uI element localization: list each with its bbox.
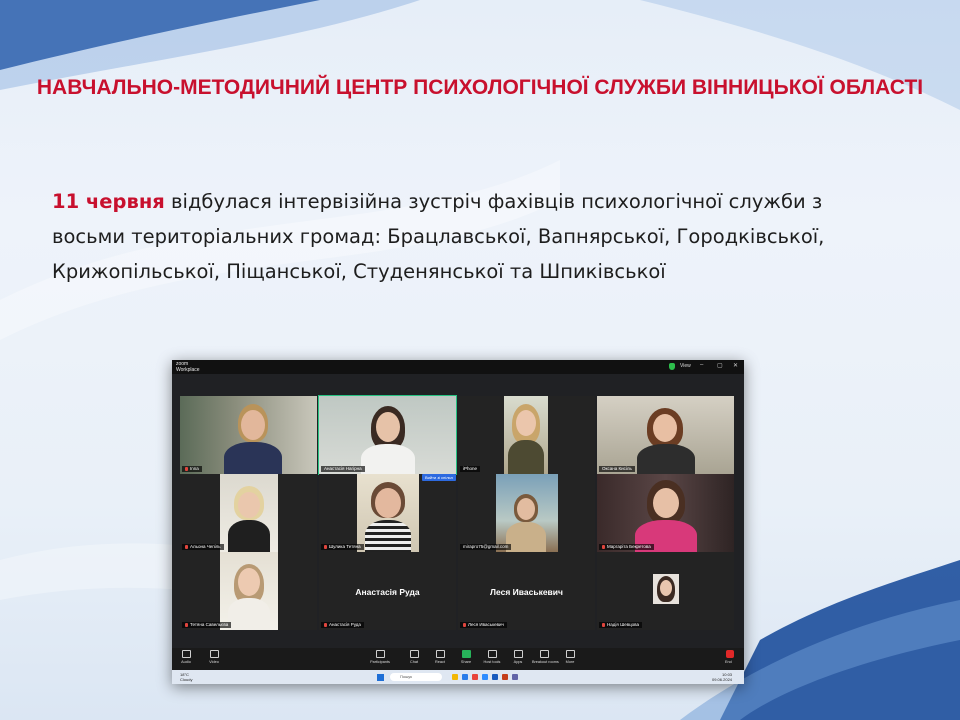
participants-icon [375, 650, 385, 658]
chrome-icon[interactable] [472, 674, 478, 680]
minimize-icon[interactable]: – [700, 362, 703, 368]
meeting-date: 11 червня [52, 190, 165, 213]
camera-icon [209, 650, 219, 658]
participant-name: iPhone [460, 466, 481, 472]
muted-mic-icon [324, 622, 327, 627]
video-tile[interactable]: Альона Чепіль [180, 474, 317, 552]
react-button[interactable]: React [428, 650, 452, 664]
meeting-toolbar: Audio Video Participants Chat React Shar… [172, 648, 744, 670]
participant-name: Маргаріта Бекретова [599, 544, 654, 550]
participant-avatar [653, 574, 679, 604]
host-tools-button[interactable]: Host tools [480, 650, 504, 664]
view-button[interactable]: View [680, 363, 691, 369]
file-explorer-icon[interactable] [452, 674, 458, 680]
participant-video [597, 474, 734, 552]
muted-mic-icon [324, 544, 327, 549]
video-button[interactable]: Video [202, 650, 226, 664]
windows-start-icon[interactable] [377, 674, 384, 681]
participant-video [597, 396, 734, 474]
teams-icon[interactable] [512, 674, 518, 680]
participant-name: Леся Иваськевич [460, 622, 507, 628]
zoom-logo: zoom Workplace [176, 361, 200, 373]
weather-desc: Cloudy [180, 677, 193, 682]
participant-video [220, 474, 278, 552]
windows-taskbar: 18°C Cloudy Пошук 10:03 09.06.2024 [172, 670, 744, 684]
end-meeting-label: End [725, 660, 732, 664]
encryption-shield-icon[interactable] [669, 363, 675, 370]
more-button[interactable]: More [558, 650, 582, 664]
video-tile[interactable]: Тетяна Савельєва [180, 552, 317, 630]
clock-date: 09.06.2024 [712, 677, 733, 682]
edge-icon[interactable] [462, 674, 468, 680]
taskbar-search[interactable]: Пошук [390, 673, 442, 681]
shield-icon [487, 650, 497, 658]
breakout-grid-icon [539, 650, 549, 658]
share-button[interactable]: Share [454, 650, 478, 664]
participant-name: Анастасія Руда [321, 622, 364, 628]
word-icon[interactable] [492, 674, 498, 680]
participant-display-name: Леся Иваськевич [490, 587, 563, 597]
participant-video [220, 552, 278, 630]
participant-name: Альона Чепіль [182, 544, 224, 550]
meeting-description: відбулася інтервізійна зустріч фахівців … [52, 190, 825, 283]
participant-video [496, 474, 558, 552]
muted-mic-icon [602, 544, 605, 549]
video-tile[interactable]: Шулика Тетяна [319, 474, 456, 552]
video-tile[interactable]: iPhone [458, 396, 595, 474]
video-tile[interactable]: mirapro75@gmail.com [458, 474, 595, 552]
video-tile[interactable]: Inna [180, 396, 317, 474]
participant-name: mirapro75@gmail.com [460, 544, 512, 550]
apps-grid-icon [513, 650, 523, 658]
participant-name: Тетяна Савельєва [182, 622, 232, 628]
participant-video [180, 396, 317, 474]
participant-name: Inna [182, 466, 202, 472]
slide: НАВЧАЛЬНО-МЕТОДИЧНИЙ ЦЕНТР ПСИХОЛОГІЧНОЇ… [0, 0, 960, 720]
powerpoint-icon[interactable] [502, 674, 508, 680]
slide-title: НАВЧАЛЬНО-МЕТОДИЧНИЙ ЦЕНТР ПСИХОЛОГІЧНОЇ… [36, 76, 924, 99]
muted-mic-icon [185, 622, 188, 627]
chat-button[interactable]: Chat [402, 650, 426, 664]
taskbar-clock[interactable]: 10:03 09.06.2024 [712, 672, 732, 682]
participant-name: Оксана Кисіль [599, 466, 635, 472]
video-tile-avatar[interactable]: Анастасія Руда Анастасія Руда [319, 552, 456, 630]
apps-button[interactable]: Apps [506, 650, 530, 664]
exit-share-button[interactable]: Вийти зі спільн [422, 474, 456, 481]
video-tile[interactable]: Маргаріта Бекретова [597, 474, 734, 552]
close-icon[interactable]: ✕ [733, 362, 738, 369]
audio-button[interactable]: Audio [174, 650, 198, 664]
participant-video [357, 474, 419, 552]
muted-mic-icon [463, 622, 466, 627]
participant-video [319, 396, 456, 474]
share-screen-icon [461, 650, 471, 658]
participant-name: Надія Шевцова [599, 622, 642, 628]
zoom-taskbar-icon[interactable] [482, 674, 488, 680]
video-tile[interactable]: Надія Шевцова [597, 552, 734, 630]
participant-video [504, 396, 548, 474]
video-tile-active-speaker[interactable]: Анастасія Нагірна [318, 395, 457, 475]
participants-button[interactable]: Participants [368, 650, 392, 664]
zoom-titlebar: zoom Workplace View – ▢ ✕ [172, 360, 744, 374]
chat-icon [409, 650, 419, 658]
end-meeting-button[interactable] [726, 650, 734, 658]
smile-icon [435, 650, 445, 658]
maximize-icon[interactable]: ▢ [717, 362, 723, 369]
video-tile[interactable]: Оксана Кисіль [597, 396, 734, 474]
participant-display-name: Анастасія Руда [355, 587, 420, 597]
participant-name: Шулика Тетяна [321, 544, 364, 550]
weather-widget[interactable]: 18°C Cloudy [180, 672, 192, 682]
muted-mic-icon [185, 466, 188, 471]
zoom-meeting-screenshot: zoom Workplace View – ▢ ✕ Inna Анастасія… [172, 360, 744, 684]
breakout-rooms-button[interactable]: Breakout rooms [532, 650, 559, 664]
slide-body-text: 11 червня відбулася інтервізійна зустріч… [52, 184, 872, 289]
zoom-app-name: Workplace [176, 367, 200, 373]
video-tile-avatar[interactable]: Леся Иваськевич Леся Иваськевич [458, 552, 595, 630]
muted-mic-icon [602, 622, 605, 627]
participant-name: Анастасія Нагірна [321, 466, 365, 472]
more-dots-icon [565, 650, 575, 658]
microphone-icon [181, 650, 191, 658]
muted-mic-icon [185, 544, 188, 549]
